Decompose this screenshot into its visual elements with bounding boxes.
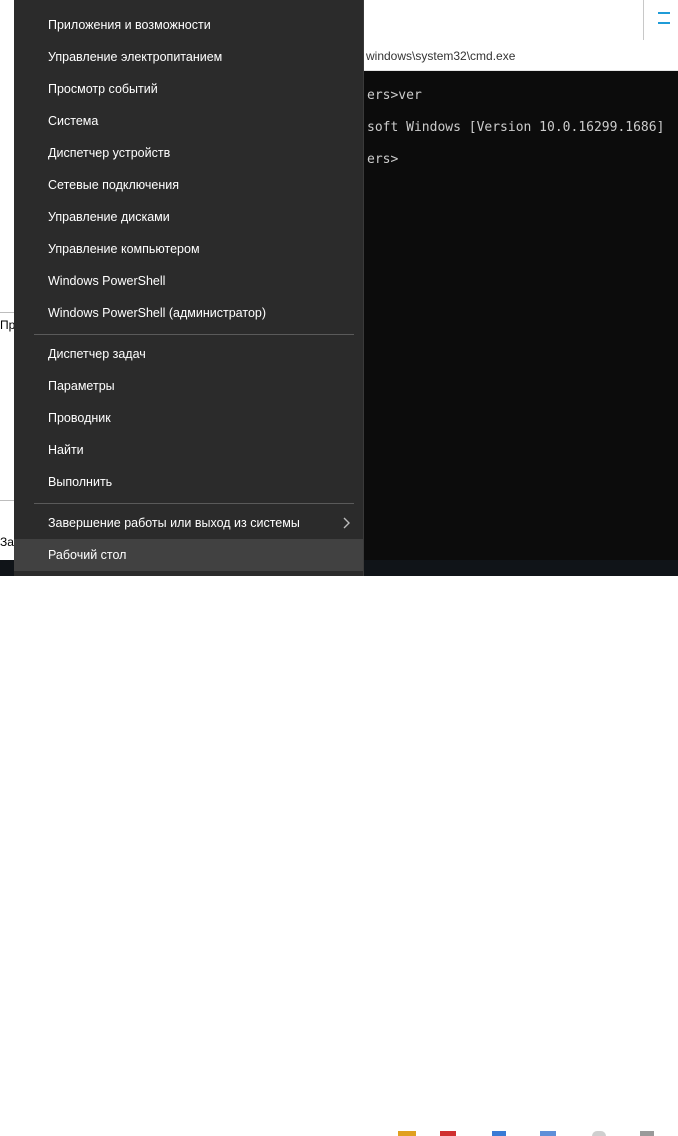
- console-line: ers>ver: [367, 88, 422, 103]
- background-ribbon-icon: [658, 0, 670, 14]
- app-taskbar-icon[interactable]: [540, 1131, 556, 1136]
- menu-item-computer-management[interactable]: Управление компьютером: [14, 233, 363, 265]
- app-taskbar-icon[interactable]: [492, 1131, 506, 1136]
- menu-item-system[interactable]: Система: [14, 105, 363, 137]
- menu-separator: [34, 503, 354, 504]
- menu-item-shutdown-signout[interactable]: Завершение работы или выход из системы: [14, 507, 363, 539]
- background-divider-line: [0, 500, 14, 501]
- app-taskbar-icon[interactable]: [440, 1131, 456, 1136]
- menu-item-apps-features[interactable]: Приложения и возможности: [14, 9, 363, 41]
- menu-item-event-viewer[interactable]: Просмотр событий: [14, 73, 363, 105]
- menu-item-power-options[interactable]: Управление электропитанием: [14, 41, 363, 73]
- background-divider-line: [0, 312, 14, 313]
- menu-item-file-explorer[interactable]: Проводник: [14, 402, 363, 434]
- menu-item-task-manager[interactable]: Диспетчер задач: [14, 338, 363, 370]
- winx-context-menu: Приложения и возможности Управление элек…: [14, 0, 364, 576]
- menu-item-disk-management[interactable]: Управление дисками: [14, 201, 363, 233]
- cmd-window[interactable]: windows\system32\cmd.exe ers>ver soft Wi…: [355, 40, 678, 560]
- console-line: ers>: [367, 152, 399, 167]
- app-taskbar-icon[interactable]: [640, 1131, 654, 1136]
- console-line: soft Windows [Version 10.0.16299.1686]: [367, 120, 665, 135]
- chevron-right-icon: [343, 517, 350, 529]
- menu-item-desktop[interactable]: Рабочий стол: [14, 539, 363, 571]
- cmd-titlebar[interactable]: windows\system32\cmd.exe: [355, 40, 678, 71]
- background-ribbon-line: [658, 22, 670, 24]
- cmd-console[interactable]: ers>ver soft Windows [Version 10.0.16299…: [355, 71, 678, 560]
- menu-item-powershell-admin[interactable]: Windows PowerShell (администратор): [14, 297, 363, 329]
- background-divider: [643, 0, 644, 40]
- menu-item-search[interactable]: Найти: [14, 434, 363, 466]
- background-label: За: [0, 535, 14, 549]
- explorer-taskbar-icon[interactable]: [398, 1131, 416, 1136]
- menu-item-network-connections[interactable]: Сетевые подключения: [14, 169, 363, 201]
- menu-item-powershell[interactable]: Windows PowerShell: [14, 265, 363, 297]
- menu-item-settings[interactable]: Параметры: [14, 370, 363, 402]
- cmd-window-title: windows\system32\cmd.exe: [366, 49, 516, 63]
- menu-item-run[interactable]: Выполнить: [14, 466, 363, 498]
- menu-item-label: Завершение работы или выход из системы: [48, 516, 300, 530]
- app-taskbar-icon[interactable]: [592, 1131, 606, 1136]
- menu-separator: [34, 334, 354, 335]
- menu-item-device-manager[interactable]: Диспетчер устройств: [14, 137, 363, 169]
